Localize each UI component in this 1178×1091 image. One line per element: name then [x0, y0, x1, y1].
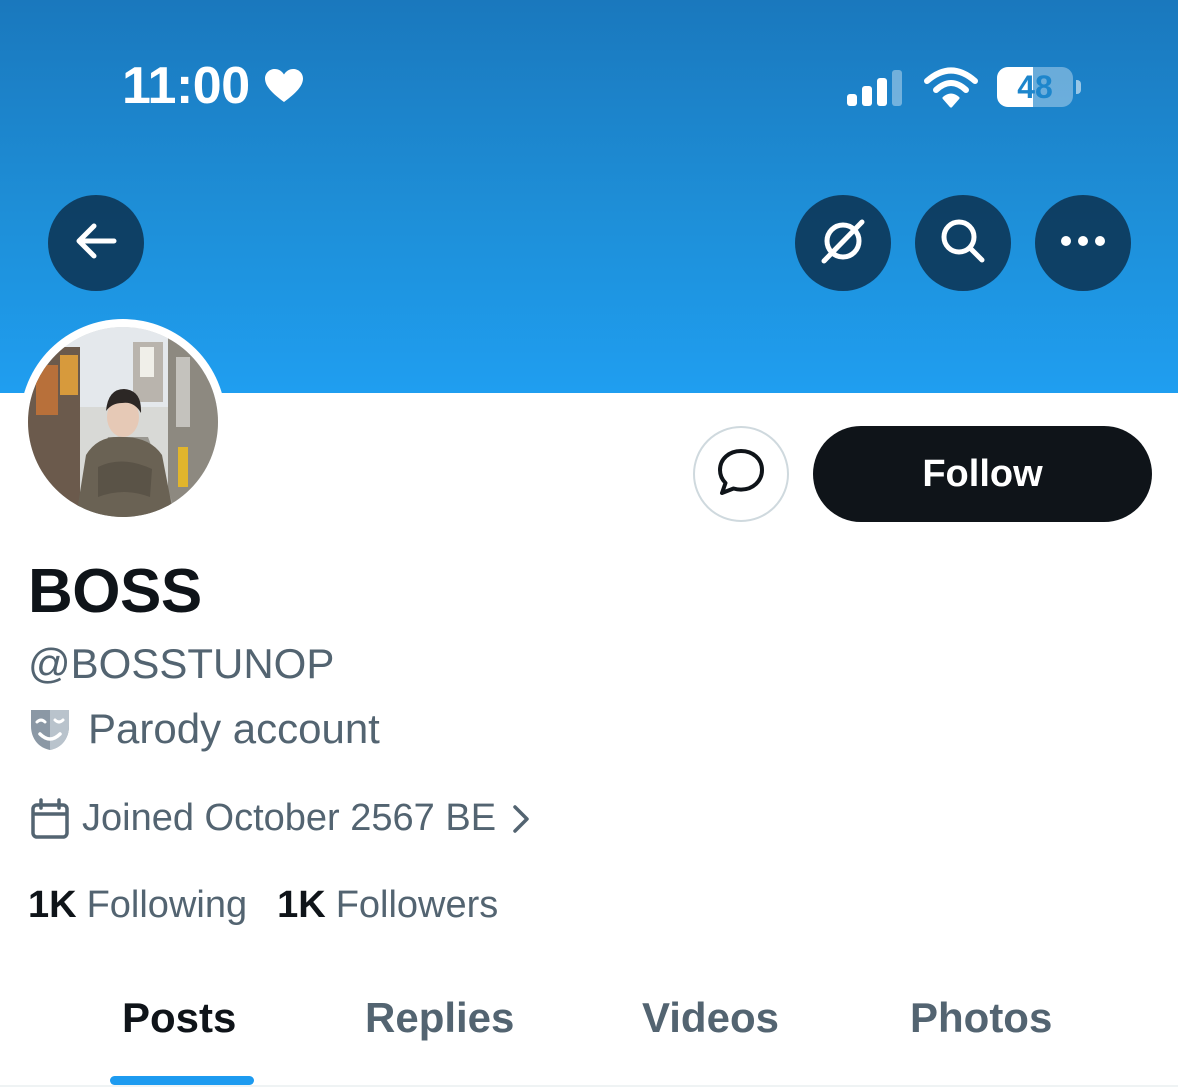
message-bubble-icon: [715, 446, 767, 503]
signal-bar: [847, 94, 857, 106]
follow-stats: 1K Following 1K Followers: [28, 884, 498, 927]
parody-mask-icon: [28, 706, 72, 752]
search-icon: [939, 217, 987, 270]
joined-date: Joined October 2567 BE: [82, 797, 497, 839]
more-icon: [1060, 234, 1106, 252]
followers-label: Followers: [335, 884, 499, 926]
chevron-right-icon: [510, 803, 532, 835]
avatar-ring: [20, 319, 226, 525]
battery-tip: [1076, 80, 1081, 94]
joined-date-row[interactable]: Joined October 2567 BE: [30, 797, 532, 840]
signal-bar: [877, 78, 887, 106]
parody-label: Parody account: [88, 705, 380, 752]
follow-button[interactable]: Follow: [813, 426, 1152, 522]
battery-level: 48: [1017, 69, 1053, 105]
followers-count: 1K: [277, 884, 326, 926]
following-label: Following: [86, 884, 248, 926]
display-name: BOSS: [28, 557, 202, 626]
message-button[interactable]: [693, 426, 789, 522]
search-button[interactable]: [915, 195, 1011, 291]
signal-bar: [892, 70, 902, 106]
following-count: 1K: [28, 884, 77, 926]
grok-button[interactable]: [795, 195, 891, 291]
battery-body: 48: [997, 67, 1073, 107]
more-options-button[interactable]: [1035, 195, 1131, 291]
tab-posts[interactable]: Posts: [122, 994, 236, 1042]
battery-indicator: 48: [997, 67, 1083, 109]
following-stat[interactable]: 1K Following: [28, 884, 247, 927]
active-tab-indicator: [110, 1076, 254, 1085]
parody-label-row[interactable]: Parody account: [28, 705, 380, 753]
followers-stat[interactable]: 1K Followers: [277, 884, 498, 927]
status-bar-left: 11:00: [122, 56, 304, 116]
avatar[interactable]: [28, 327, 218, 517]
tab-replies[interactable]: Replies: [365, 994, 514, 1042]
profile-handle: @BOSSTUNOP: [28, 640, 335, 687]
tabs-divider: [0, 1085, 1178, 1087]
back-button[interactable]: [48, 195, 144, 291]
heart-icon: [264, 68, 304, 104]
cellular-signal-icon: [847, 70, 902, 106]
calendar-icon: [30, 797, 70, 840]
status-time: 11:00: [122, 57, 250, 115]
arrow-left-icon: [74, 221, 118, 266]
tab-photos[interactable]: Photos: [910, 994, 1052, 1042]
wifi-icon: [923, 66, 979, 108]
grok-icon: [818, 216, 868, 271]
tab-videos[interactable]: Videos: [642, 994, 779, 1042]
signal-bar: [862, 86, 872, 106]
